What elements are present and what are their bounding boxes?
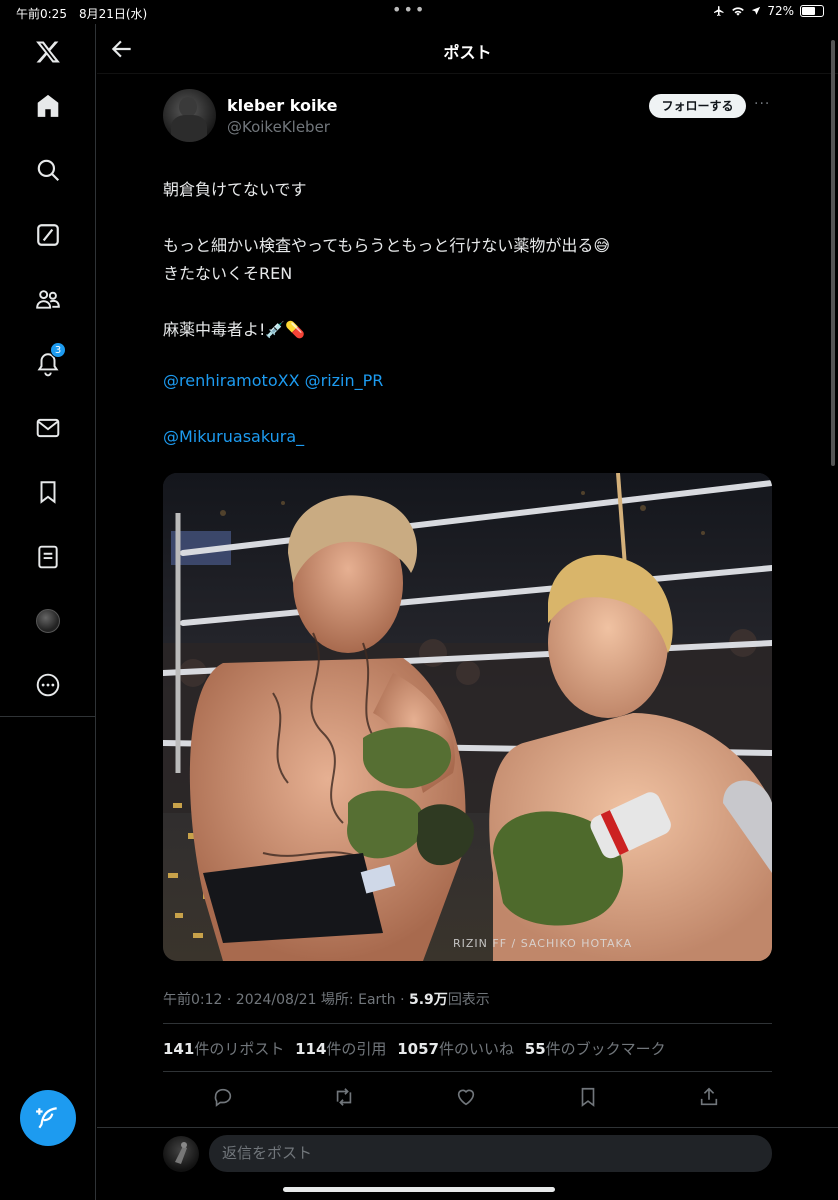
grok-icon[interactable] bbox=[32, 219, 64, 251]
tweet-text-line: きたないくそREN bbox=[163, 264, 293, 283]
notification-badge: 3 bbox=[50, 342, 66, 358]
reply-input[interactable]: 返信をポスト bbox=[209, 1135, 772, 1172]
share-icon[interactable] bbox=[698, 1086, 720, 1108]
status-bar: 午前0:25 8月21日(水) ••• 72% bbox=[0, 0, 838, 24]
multitasking-dots[interactable]: ••• bbox=[392, 0, 426, 19]
home-indicator[interactable] bbox=[283, 1187, 555, 1192]
messages-icon[interactable] bbox=[32, 412, 64, 444]
tweet-mentions[interactable]: @renhiramotoXX @rizin_PR bbox=[163, 371, 383, 390]
tweet-photo[interactable]: RIZIN FF / SACHIKO HOTAKA bbox=[163, 473, 772, 961]
author-handle[interactable]: @KoikeKleber bbox=[227, 118, 330, 136]
bookmarks-stat[interactable]: 55件のブックマーク bbox=[525, 1040, 666, 1058]
page-title: ポスト bbox=[443, 43, 492, 62]
bookmark-icon[interactable] bbox=[577, 1086, 599, 1108]
battery-fill bbox=[802, 7, 815, 15]
repost-icon[interactable] bbox=[333, 1086, 355, 1108]
tweet-stats: 141件のリポスト 114件の引用 1057件のいいね 55件のブックマーク bbox=[163, 1038, 672, 1059]
profile-avatar bbox=[36, 609, 60, 633]
follow-button[interactable]: フォローする bbox=[649, 94, 746, 118]
sidebar-divider bbox=[0, 716, 96, 717]
battery-icon bbox=[800, 5, 824, 17]
divider bbox=[163, 1071, 772, 1072]
views-count: 5.9万 bbox=[409, 992, 448, 1008]
tweet-meta: 午前0:12 · 2024/08/21 場所: Earth · 5.9万回表示 bbox=[163, 989, 490, 1009]
likes-stat[interactable]: 1057件のいいね bbox=[397, 1040, 514, 1058]
photo-watermark: RIZIN FF / SACHIKO HOTAKA bbox=[453, 937, 632, 950]
quotes-stat[interactable]: 114件の引用 bbox=[295, 1040, 386, 1058]
home-icon[interactable] bbox=[32, 90, 64, 122]
compose-button[interactable] bbox=[20, 1090, 76, 1146]
status-indicators: 72% bbox=[713, 4, 824, 18]
sidebar: 3 bbox=[0, 24, 96, 1200]
battery-percent: 72% bbox=[767, 4, 794, 18]
tweet-mention[interactable]: @Mikuruasakura_ bbox=[163, 427, 304, 446]
tweet-timestamp[interactable]: 午前0:12 · 2024/08/21 場所: Earth · bbox=[163, 992, 409, 1008]
x-logo-icon[interactable] bbox=[32, 36, 64, 68]
bookmarks-icon[interactable] bbox=[32, 476, 64, 508]
location-icon bbox=[752, 6, 761, 15]
more-options-icon[interactable]: ··· bbox=[754, 96, 770, 112]
post-header: ポスト bbox=[97, 24, 838, 74]
photo-illustration: RIZIN FF / SACHIKO HOTAKA bbox=[163, 473, 772, 961]
status-time: 午前0:25 8月21日(水) bbox=[16, 7, 148, 21]
reply-avatar bbox=[163, 1136, 199, 1172]
tweet-text-line: 朝倉負けてないです bbox=[163, 180, 307, 199]
tweet-text-line: 麻薬中毒者よ!💉💊 bbox=[163, 320, 306, 339]
like-icon[interactable] bbox=[455, 1086, 477, 1108]
wifi-icon bbox=[732, 7, 745, 16]
divider bbox=[163, 1023, 772, 1024]
airplane-icon bbox=[714, 6, 724, 16]
search-icon[interactable] bbox=[32, 154, 64, 186]
author-avatar[interactable] bbox=[163, 89, 216, 142]
notifications-icon[interactable]: 3 bbox=[32, 342, 66, 380]
author-display-name[interactable]: kleber koike bbox=[227, 96, 338, 115]
communities-icon[interactable] bbox=[32, 283, 64, 315]
more-icon[interactable] bbox=[32, 669, 64, 701]
views-label: 回表示 bbox=[447, 992, 490, 1008]
profile-nav[interactable] bbox=[32, 605, 64, 637]
tweet-text-line: もっと細かい検査やってもらうともっと行けない薬物が出る😅 bbox=[163, 236, 611, 255]
scrollbar[interactable] bbox=[831, 40, 835, 466]
lists-icon[interactable] bbox=[32, 541, 64, 573]
feather-plus-icon bbox=[36, 1107, 57, 1129]
reposts-stat[interactable]: 141件のリポスト bbox=[163, 1040, 284, 1058]
reply-icon[interactable] bbox=[212, 1086, 234, 1108]
